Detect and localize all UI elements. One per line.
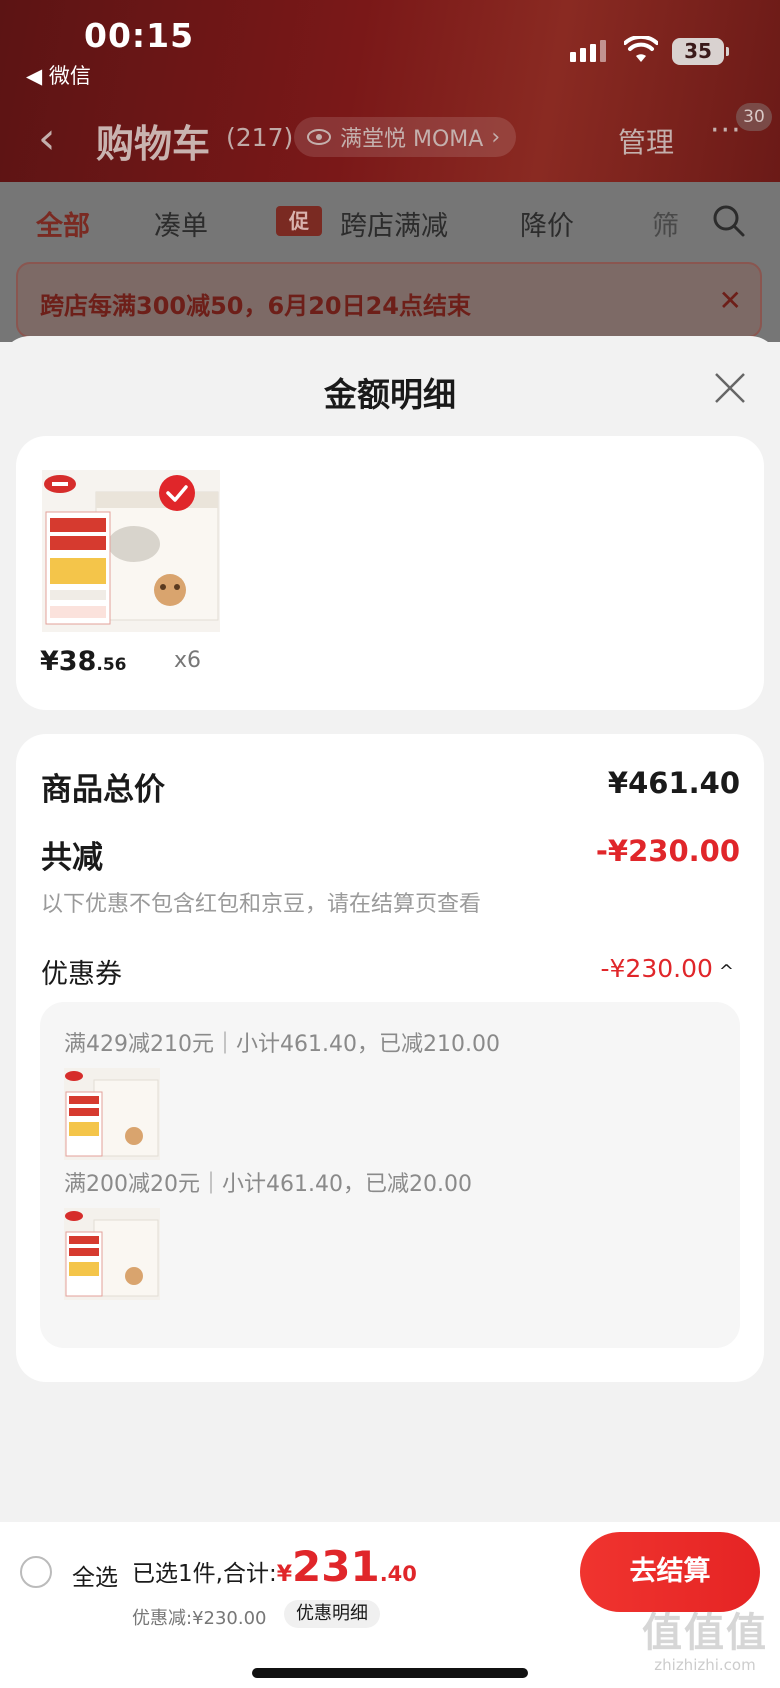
wifi-icon <box>624 36 658 62</box>
shop-address-pill[interactable]: 满堂悦 MOMA › <box>294 117 517 157</box>
sheet-title: 金额明细 <box>324 375 456 414</box>
total-value: ¥461.40 <box>607 766 740 800</box>
reduce-label: 共减 <box>41 840 103 876</box>
select-all-label[interactable]: 全选 <box>72 1558 118 1592</box>
cart-count: (217) <box>226 123 294 152</box>
product-thumbnail <box>64 1208 160 1300</box>
coupon-toggle[interactable]: -¥230.00 ^ <box>601 954 735 983</box>
promo-banner: 跨店每满300减50，6月20日24点结束 ✕ <box>16 262 762 338</box>
cart-navbar: ‹ 购物车 (217) 满堂悦 MOMA › 管理 ··· 30 <box>0 103 780 175</box>
chevron-up-icon: ^ <box>718 961 734 982</box>
total-amount-main: 231 <box>292 1542 380 1591</box>
filter-bar: 全部 凑单 促 跨店满减 降价 筛 <box>0 182 780 262</box>
select-all-radio[interactable] <box>20 1556 52 1588</box>
selected-count-text: 已选1件,合计: <box>132 1561 277 1587</box>
tab-cross-store[interactable]: 跨店满减 <box>340 204 448 243</box>
promo-banner-area: 跨店每满300减50，6月20日24点结束 ✕ <box>0 262 780 342</box>
signal-icon <box>570 40 606 62</box>
reduce-hint: 以下优惠不包含红包和京豆，请在结算页查看 <box>41 892 482 917</box>
check-icon <box>159 475 195 511</box>
watermark: 值值值 zhizhizhi.com <box>630 1610 780 1674</box>
product-card: ¥38.56 x6 <box>16 436 764 710</box>
discount-detail-button[interactable]: 优惠明细 <box>284 1600 380 1628</box>
tab-all[interactable]: 全部 <box>36 204 90 243</box>
price-main: ¥38 <box>40 646 97 677</box>
coupon-value: -¥230.00 <box>600 954 713 983</box>
tab-price-drop[interactable]: 降价 <box>520 204 574 243</box>
shop-name: 满堂悦 MOMA <box>340 127 484 152</box>
promo-tag: 促 <box>276 206 322 236</box>
promo-banner-text: 跨店每满300减50，6月20日24点结束 <box>40 292 471 320</box>
price-cents: .56 <box>96 655 127 675</box>
tab-bundle[interactable]: 凑单 <box>154 204 208 243</box>
amount-detail-sheet: 金额明细 ¥38.56 x6 商品总价 ¥461.40 共减 -¥230.00 … <box>0 336 780 1688</box>
close-icon[interactable] <box>710 368 750 408</box>
coupon-label: 优惠券 <box>41 959 122 990</box>
tab-filter[interactable]: 筛 <box>652 204 679 243</box>
status-time: 00:15 <box>84 16 195 55</box>
page-title: 购物车 <box>96 122 211 166</box>
reduce-value: -¥230.00 <box>595 834 740 868</box>
checkout-bar: 全选 已选1件,合计: ¥ 231 .40 优惠减:¥230.00 优惠明细 去… <box>0 1522 780 1688</box>
total-amount-cents: .40 <box>379 1562 417 1586</box>
price-breakdown-card: 商品总价 ¥461.40 共减 -¥230.00 以下优惠不包含红包和京豆，请在… <box>16 734 764 1382</box>
back-to-wechat[interactable]: ◀ 微信 <box>26 60 91 90</box>
home-indicator <box>252 1668 528 1678</box>
close-icon[interactable]: ✕ <box>719 284 742 317</box>
currency-symbol: ¥ <box>276 1562 293 1587</box>
message-badge: 30 <box>736 103 772 131</box>
total-label: 商品总价 <box>41 772 165 808</box>
discount-text: 优惠减:¥230.00 <box>132 1608 267 1629</box>
total-summary: 已选1件,合计: ¥ 231 .40 <box>132 1542 417 1591</box>
product-thumbnail <box>64 1068 160 1160</box>
checkout-button[interactable]: 去结算 <box>580 1532 760 1612</box>
status-bar: 00:15 ◀ 微信 35 <box>0 0 780 90</box>
coupon-rule: 满429减210元｜小计461.40，已减210.00 <box>64 1032 500 1057</box>
coupon-detail-box: 满429减210元｜小计461.40，已减210.00 满200减20元｜小计4… <box>40 1002 740 1348</box>
product-quantity: x6 <box>174 648 202 673</box>
eye-icon <box>307 129 331 145</box>
back-icon[interactable]: ‹ <box>38 113 56 164</box>
battery-icon: 35 <box>672 38 729 65</box>
search-icon[interactable] <box>712 204 746 238</box>
manage-button[interactable]: 管理 <box>618 121 674 161</box>
coupon-rule: 满200减20元｜小计461.40，已减20.00 <box>64 1172 472 1197</box>
chevron-right-icon: › <box>491 124 501 150</box>
watermark-glyphs: 值值值 <box>642 1610 768 1656</box>
product-price: ¥38.56 <box>40 646 127 677</box>
watermark-url: zhizhizhi.com <box>654 1656 756 1674</box>
